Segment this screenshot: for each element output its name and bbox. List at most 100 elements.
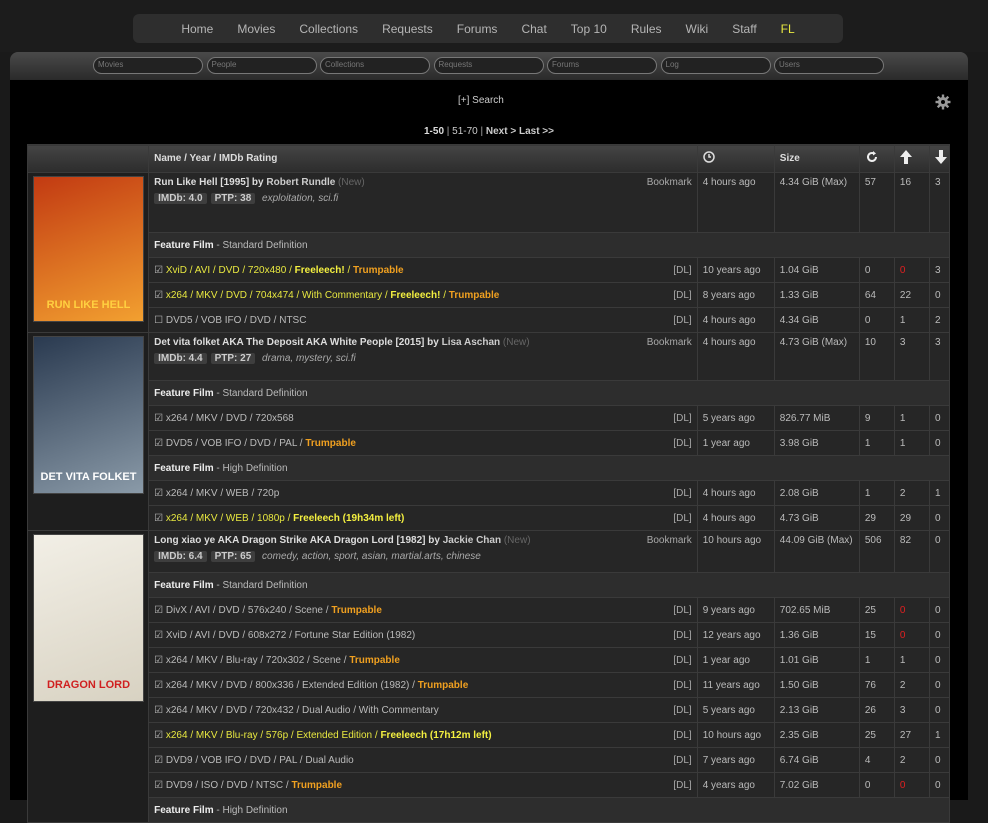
group-title[interactable]: Det vita folket AKA The Deposit AKA Whit… (154, 337, 424, 348)
download-link[interactable]: [DL] (673, 630, 691, 641)
torrent-link[interactable]: DivX / AVI / DVD / 576x240 / Scene / Tru… (166, 605, 382, 616)
search-field-forums[interactable]: Forums (547, 57, 657, 74)
bookmark-link[interactable]: Bookmark (647, 535, 692, 546)
torrent-title: x264 / MKV / DVD / 704x474 / With Commen… (165, 289, 391, 301)
torrent-link[interactable]: x264 / MKV / DVD / 720x432 / Dual Audio … (166, 705, 439, 716)
nav-item-staff[interactable]: Staff (720, 22, 768, 36)
bookmark-link[interactable]: Bookmark (647, 177, 692, 188)
search-field-requests[interactable]: Requests (433, 57, 544, 74)
time-header[interactable] (696, 144, 775, 173)
tag-list[interactable]: drama, mystery, sci.fi (262, 353, 356, 364)
name-header[interactable]: Name / Year / IMDb Rating (148, 144, 698, 173)
torrent-link[interactable]: x264 / MKV / Blu-ray / 576p / Extended E… (166, 730, 492, 741)
director-link[interactable]: Lisa Aschan (442, 337, 501, 348)
nav-item-home[interactable]: Home (169, 22, 225, 36)
toggle-search-link[interactable]: [+] Search (458, 95, 504, 106)
poster-image[interactable]: DET VITA FOLKET (33, 336, 144, 494)
snatched-checkbox: ☑ (154, 437, 166, 449)
director-link[interactable]: Robert Rundle (266, 177, 335, 188)
gear-icon[interactable] (935, 94, 951, 110)
download-link[interactable]: [DL] (673, 705, 691, 716)
poster-image[interactable]: RUN LIKE HELL (33, 176, 144, 322)
torrent-link[interactable]: DVD9 / VOB IFO / DVD / PAL / Dual Audio (166, 755, 354, 766)
torrent-link[interactable]: DVD5 / VOB IFO / DVD / PAL / Trumpable (166, 438, 356, 449)
torrent-link[interactable]: x264 / MKV / DVD / 704x474 / With Commen… (166, 290, 499, 301)
download-link[interactable]: [DL] (673, 680, 691, 691)
nav-item-forums[interactable]: Forums (445, 22, 510, 36)
search-field-users[interactable]: Users (774, 57, 884, 74)
torrent-name: [DL] ☐ DVD5 / VOB IFO / DVD / NTSC (148, 307, 698, 333)
freeleech-tag: Freeleech (17h12m left) (380, 729, 492, 741)
torrent-row: [DL] ☑ x264 / MKV / WEB / 720p 4 hours ago… (28, 480, 951, 506)
torrent-link[interactable]: x264 / MKV / WEB / 720p (166, 488, 279, 499)
seeders-header[interactable] (893, 144, 930, 173)
download-link[interactable]: [DL] (673, 413, 691, 424)
torrent-size: 7.02 GiB (773, 772, 860, 798)
nav-item-movies[interactable]: Movies (225, 22, 287, 36)
download-link[interactable]: [DL] (673, 315, 691, 326)
bookmark-link[interactable]: Bookmark (647, 337, 692, 348)
search-field-log[interactable]: Log (660, 57, 771, 74)
last-link[interactable]: Last >> (519, 126, 554, 137)
poster-image[interactable]: DRAGON LORD (33, 534, 144, 702)
download-link[interactable]: [DL] (673, 513, 691, 524)
torrent-link[interactable]: XviD / AVI / DVD / 720x480 / Freeleech! … (166, 265, 404, 276)
director-link[interactable]: Jackie Chan (443, 535, 501, 546)
group-seeders: 82 (893, 530, 930, 573)
next-link[interactable]: Next > (486, 126, 516, 137)
leechers-header[interactable] (928, 144, 951, 173)
download-link[interactable]: [DL] (673, 438, 691, 449)
nav-item-fl[interactable]: FL (769, 22, 807, 36)
download-link[interactable]: [DL] (673, 755, 691, 766)
search-field-collections[interactable]: Collections (320, 57, 430, 74)
trumpable-tag: Trumpable (291, 779, 343, 791)
snatched-checkbox: ☑ (154, 754, 166, 766)
torrent-snatches: 1 (858, 480, 895, 506)
nav-item-chat[interactable]: Chat (509, 22, 558, 36)
search-field-movies[interactable]: Movies (93, 57, 203, 74)
download-link[interactable]: [DL] (673, 655, 691, 666)
torrent-name: [DL] ☑ x264 / MKV / DVD / 720x432 / Dual … (148, 697, 698, 723)
nav-item-wiki[interactable]: Wiki (674, 22, 721, 36)
torrent-name: [DL] ☑ DVD9 / VOB IFO / DVD / PAL / Dual … (148, 747, 698, 773)
download-link[interactable]: [DL] (673, 265, 691, 276)
download-link[interactable]: [DL] (673, 290, 691, 301)
snatched-checkbox: ☐ (154, 314, 166, 326)
snatches-header[interactable] (858, 144, 895, 173)
torrent-link[interactable]: x264 / MKV / WEB / 1080p / Freeleech (19… (166, 513, 404, 524)
group-title[interactable]: Long xiao ye AKA Dragon Strike AKA Drago… (154, 535, 425, 546)
tag-list[interactable]: comedy, action, sport, asian, martial.ar… (262, 551, 481, 562)
download-link[interactable]: [DL] (673, 730, 691, 741)
nav-item-collections[interactable]: Collections (287, 22, 370, 36)
torrent-link[interactable]: DVD9 / ISO / DVD / NTSC / Trumpable (166, 780, 342, 791)
snatched-checkbox: ☑ (154, 779, 166, 791)
torrent-link[interactable]: x264 / MKV / DVD / 800x336 / Extended Ed… (166, 680, 468, 691)
torrent-name: [DL] ☑ x264 / MKV / WEB / 720p (148, 480, 698, 506)
download-link[interactable]: [DL] (673, 488, 691, 499)
group-seeders: 3 (893, 332, 930, 381)
nav-item-requests[interactable]: Requests (370, 22, 445, 36)
download-link[interactable]: [DL] (673, 605, 691, 616)
nav-item-rules[interactable]: Rules (619, 22, 674, 36)
group-title[interactable]: Run Like Hell [1995] (154, 177, 249, 188)
arrow-up-icon (899, 150, 912, 164)
clock-icon (702, 151, 715, 163)
torrent-title: DivX / AVI / DVD / 576x240 / Scene / (165, 604, 332, 616)
torrent-row: [DL] ☑ XviD / AVI / DVD / 608x272 / Fortu… (28, 622, 951, 648)
torrent-link[interactable]: x264 / MKV / DVD / 720x568 (166, 413, 294, 424)
pager-sep: | (444, 126, 453, 137)
edition-res: - High Definition (213, 804, 288, 816)
torrent-link[interactable]: DVD5 / VOB IFO / DVD / NTSC (166, 315, 307, 326)
torrent-seeders: 2 (893, 747, 930, 773)
edition-res: - Standard Definition (213, 239, 308, 251)
new-tag: (New) (500, 337, 530, 348)
torrent-link[interactable]: XviD / AVI / DVD / 608x272 / Fortune Sta… (166, 630, 415, 641)
size-header[interactable]: Size (773, 144, 860, 173)
tag-list[interactable]: exploitation, sci.fi (262, 193, 338, 204)
group-row: DRAGON LORD Bookmark Long xiao ye AKA Drag… (26, 530, 951, 823)
download-link[interactable]: [DL] (673, 780, 691, 791)
nav-item-top-10[interactable]: Top 10 (559, 22, 619, 36)
search-field-people[interactable]: People (206, 57, 317, 74)
torrent-link[interactable]: x264 / MKV / Blu-ray / 720x302 / Scene /… (166, 655, 400, 666)
page-link[interactable]: 51-70 (452, 126, 478, 137)
